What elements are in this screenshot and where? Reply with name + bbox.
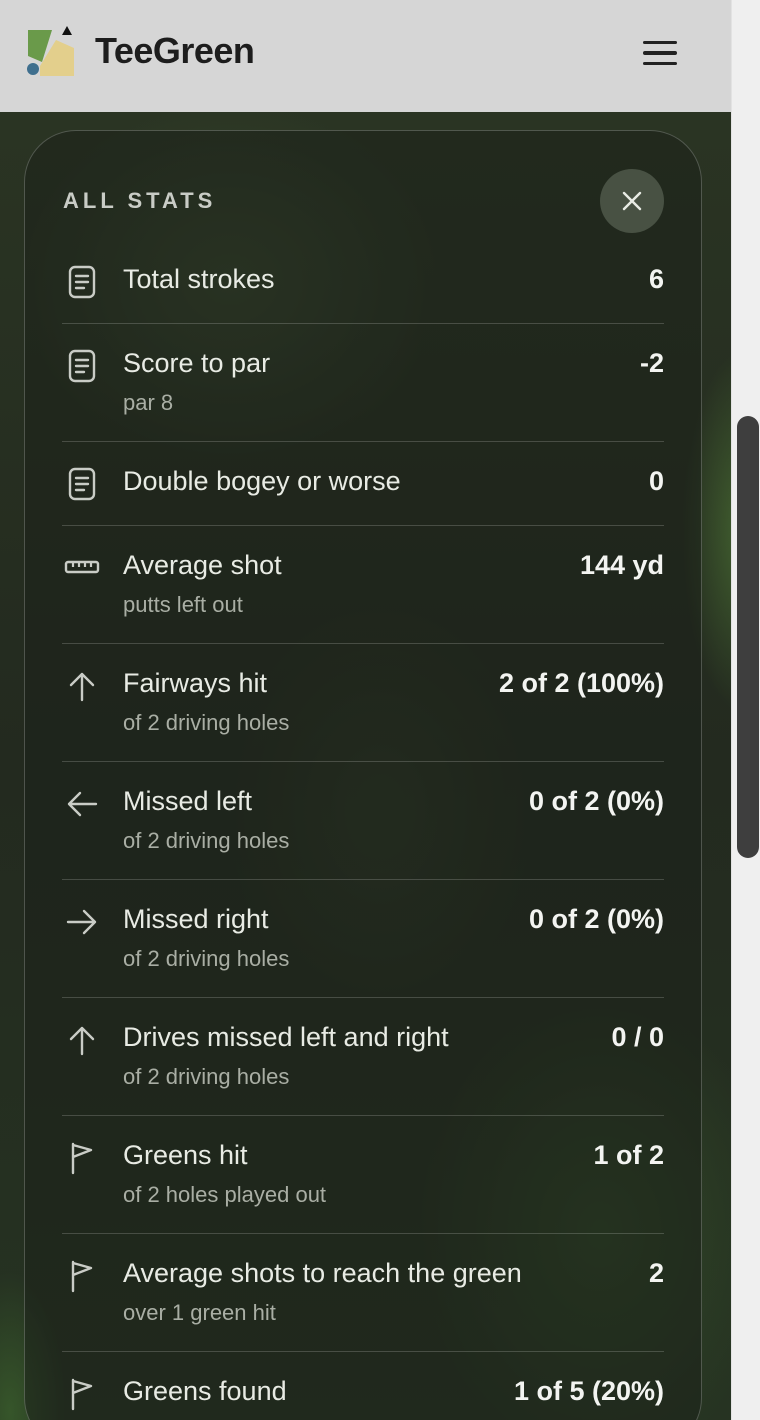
- stat-value: 144 yd: [579, 550, 664, 580]
- stat-sublabel: of 2 driving holes: [123, 828, 290, 853]
- stat-value: -2: [639, 348, 664, 378]
- stat-row: Missed right of 2 driving holes 0 of 2 (0%…: [62, 904, 664, 998]
- stat-label: Average shot: [123, 550, 282, 580]
- scrollbar-thumb[interactable]: [737, 416, 759, 858]
- top-bar: TeeGreen: [0, 0, 731, 112]
- stat-row: Double bogey or worse 0: [62, 466, 664, 526]
- stat-row: Average shots to reach the green over 1 g…: [62, 1258, 664, 1352]
- stat-row: Greens found 1 of 5 (20%): [62, 1376, 664, 1420]
- brand-name[interactable]: TeeGreen: [95, 30, 255, 72]
- stat-row: Total strokes 6: [62, 264, 664, 324]
- stat-value: 0: [648, 466, 664, 496]
- stat-label: Missed right: [123, 904, 269, 934]
- panel-title: ALL STATS: [63, 188, 217, 213]
- stat-value: 0 of 2 (0%): [528, 904, 664, 934]
- stat-row: Greens hit of 2 holes played out 1 of 2: [62, 1140, 664, 1234]
- arrow-left-icon: [64, 786, 100, 822]
- stat-value: 1 of 5 (20%): [513, 1376, 664, 1406]
- stat-row: Average shot putts left out 144 yd: [62, 550, 664, 644]
- stat-row: Score to par par 8 -2: [62, 348, 664, 442]
- stat-sublabel: of 2 driving holes: [123, 1064, 290, 1089]
- scorecard-icon: [64, 348, 100, 384]
- flag-icon: [64, 1376, 100, 1412]
- stat-value: 2: [648, 1258, 664, 1288]
- stat-label: Drives missed left and right: [123, 1022, 449, 1052]
- app-page: TeeGreen ALL STATS Total strokes 6 Score t…: [0, 0, 760, 1420]
- arrow-right-icon: [64, 904, 100, 940]
- stat-label: Double bogey or worse: [123, 466, 401, 496]
- arrow-up-icon: [64, 1022, 100, 1058]
- stat-label: Greens hit: [123, 1140, 248, 1170]
- stat-sublabel: of 2 driving holes: [123, 710, 290, 735]
- stat-sublabel: of 2 holes played out: [123, 1182, 327, 1207]
- stat-label: Missed left: [123, 786, 253, 816]
- stat-sublabel: putts left out: [123, 592, 243, 617]
- stat-label: Greens found: [123, 1376, 287, 1406]
- flag-icon: [64, 1140, 100, 1176]
- stat-value: 2 of 2 (100%): [498, 668, 664, 698]
- stat-sublabel: over 1 green hit: [123, 1300, 276, 1325]
- flag-icon: [64, 1258, 100, 1294]
- stat-sublabel: par 8: [123, 390, 174, 415]
- stat-row: Fairways hit of 2 driving holes 2 of 2 (10…: [62, 668, 664, 762]
- close-button[interactable]: [600, 169, 664, 233]
- stat-row: Missed left of 2 driving holes 0 of 2 (0%): [62, 786, 664, 880]
- ruler-icon: [64, 550, 100, 586]
- stat-label: Average shots to reach the green: [123, 1258, 522, 1288]
- stat-row: Drives missed left and right of 2 driving…: [62, 1022, 664, 1116]
- scorecard-icon: [64, 264, 100, 300]
- teegreen-logo-icon: [26, 26, 76, 78]
- stat-value: 0 / 0: [611, 1022, 664, 1052]
- stat-label: Score to par: [123, 348, 271, 378]
- stat-label: Fairways hit: [123, 668, 268, 698]
- scorecard-icon: [64, 466, 100, 502]
- stat-value: 0 of 2 (0%): [528, 786, 664, 816]
- stat-label: Total strokes: [123, 264, 275, 294]
- stat-sublabel: of 2 driving holes: [123, 946, 290, 971]
- stat-value: 1 of 2: [593, 1140, 664, 1170]
- hamburger-menu-icon[interactable]: [636, 34, 684, 72]
- stat-value: 6: [648, 264, 664, 294]
- arrow-up-icon: [64, 668, 100, 704]
- close-icon: [622, 191, 642, 211]
